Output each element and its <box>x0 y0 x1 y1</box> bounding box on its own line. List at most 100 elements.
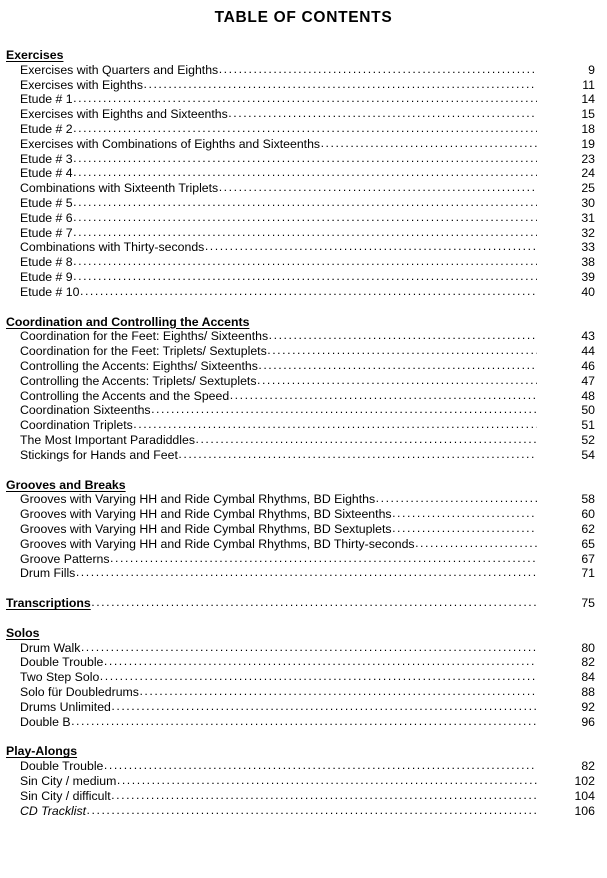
toc-entry[interactable]: Double B 96 <box>6 715 595 730</box>
toc-entry[interactable]: Etude # 2 18 <box>6 122 595 137</box>
dot-leader <box>178 447 537 462</box>
dot-leader <box>71 714 537 729</box>
toc-entry[interactable]: Exercises with Eighths 11 <box>6 78 595 93</box>
toc-entry[interactable]: Two Step Solo 84 <box>6 670 595 685</box>
page-number: 96 <box>581 714 595 729</box>
toc-entry[interactable]: Groove Patterns 67 <box>6 552 595 567</box>
toc-entry[interactable]: Exercises with Quarters and Eighths 9 <box>6 63 595 78</box>
dot-leader <box>257 373 537 388</box>
toc-entry-title: Controlling the Accents: Eighths/ Sixtee… <box>20 358 258 373</box>
dot-leader <box>73 269 537 284</box>
page-number: 92 <box>581 699 595 714</box>
toc-section: Coordination and Controlling the Accents… <box>6 315 595 463</box>
dot-leader <box>139 684 537 699</box>
page-number: 31 <box>581 210 595 225</box>
toc-entry[interactable]: Drum Fills 71 <box>6 566 595 581</box>
page-number: 9 <box>588 62 595 77</box>
toc-entry-title: Drum Fills <box>20 566 76 581</box>
page-number: 18 <box>581 121 595 136</box>
toc-entry[interactable]: Combinations with Sixteenth Triplets 25 <box>6 181 595 196</box>
toc-entry-title: Etude # 7 <box>20 225 73 240</box>
toc-entry[interactable]: Stickings for Hands and Feet 54 <box>6 448 595 463</box>
page-number: 47 <box>581 373 595 388</box>
toc-entry[interactable]: Double Trouble 82 <box>6 759 595 774</box>
page-number: 65 <box>581 536 595 551</box>
dot-leader <box>100 669 537 684</box>
toc-entry[interactable]: Controlling the Accents: Eighths/ Sixtee… <box>6 359 595 374</box>
toc-entry[interactable]: Drum Walk 80 <box>6 641 595 656</box>
dot-leader <box>269 328 537 343</box>
toc-entry-title: Controlling the Accents and the Speed <box>20 388 230 403</box>
page-number: 25 <box>581 181 595 196</box>
dot-leader <box>104 654 537 669</box>
toc-entry[interactable]: Exercises with Combinations of Eighths a… <box>6 137 595 152</box>
toc-entry-title: Etude # 4 <box>20 166 73 181</box>
toc-entry[interactable]: Grooves with Varying HH and Ride Cymbal … <box>6 507 595 522</box>
toc-entry[interactable]: Etude # 7 32 <box>6 226 595 241</box>
page-number: 102 <box>574 774 595 789</box>
toc-entry[interactable]: Solo für Doubledrums 88 <box>6 685 595 700</box>
toc-entry[interactable]: Coordination for the Feet: Eighths/ Sixt… <box>6 329 595 344</box>
toc-entry[interactable]: Etude # 3 23 <box>6 152 595 167</box>
toc-entry-title: Coordination for the Feet: Triplets/ Sex… <box>20 344 267 359</box>
toc-entry-title: Exercises with Combinations of Eighths a… <box>20 136 321 151</box>
toc-section: Exercises Exercises with Quarters and Eig… <box>6 48 595 300</box>
toc-entry[interactable]: Etude # 8 38 <box>6 255 595 270</box>
page-number: 82 <box>581 655 595 670</box>
toc-entry[interactable]: Controlling the Accents: Triplets/ Sextu… <box>6 374 595 389</box>
page-number: 52 <box>581 432 595 447</box>
toc-entry[interactable]: Etude # 1 14 <box>6 92 595 107</box>
dot-leader <box>144 77 537 92</box>
toc-entry[interactable]: Exercises with Eighths and Sixteenths 15 <box>6 107 595 122</box>
toc-entry[interactable]: Etude # 6 31 <box>6 211 595 226</box>
toc-entry[interactable]: Grooves with Varying HH and Ride Cymbal … <box>6 492 595 507</box>
toc-entry[interactable]: Etude # 5 30 <box>6 196 595 211</box>
dot-leader <box>219 62 537 77</box>
toc-entry[interactable]: Controlling the Accents and the Speed 48 <box>6 389 595 404</box>
toc-entry[interactable]: Combinations with Thirty-seconds 33 <box>6 240 595 255</box>
toc-entry[interactable]: Coordination Sixteenths 50 <box>6 403 595 418</box>
page-number: 88 <box>581 685 595 700</box>
toc-entry[interactable]: Double Trouble 82 <box>6 655 595 670</box>
toc-entry-title: Etude # 10 <box>20 284 80 299</box>
toc-entry[interactable]: Grooves with Varying HH and Ride Cymbal … <box>6 537 595 552</box>
dot-leader <box>76 565 537 580</box>
toc-entry-title: Stickings for Hands and Feet <box>20 447 178 462</box>
toc-entry-title: Drum Walk <box>20 640 81 655</box>
toc-entry-title: Grooves with Varying HH and Ride Cymbal … <box>20 492 376 507</box>
toc-entry[interactable]: The Most Important Paradiddles 52 <box>6 433 595 448</box>
toc-entry-title: Sin City / difficult <box>20 788 111 803</box>
toc-section: SolosDrum Walk80Double Trouble 82Two Step… <box>6 626 595 730</box>
toc-entry[interactable]: Sin City / difficult 104 <box>6 789 595 804</box>
toc-entry-title: Grooves with Varying HH and Ride Cymbal … <box>20 507 392 522</box>
page-number: 30 <box>581 195 595 210</box>
toc-section-heading-label: Solos <box>6 625 40 640</box>
page-number: 46 <box>581 358 595 373</box>
dot-leader <box>228 106 537 121</box>
toc-entry[interactable]: Coordination for the Feet: Triplets/ Sex… <box>6 344 595 359</box>
document-page: TABLE OF CONTENTS Exercises Exercises wit… <box>0 0 607 878</box>
dot-leader <box>73 165 537 180</box>
toc-entry-title: Double B <box>20 714 71 729</box>
dot-leader <box>392 521 537 536</box>
page-number: 32 <box>581 225 595 240</box>
toc-entry-title: Drums Unlimited <box>20 699 111 714</box>
toc-entry[interactable]: Etude # 9 39 <box>6 270 595 285</box>
toc-entry[interactable]: CD Tracklist 106 <box>6 804 595 819</box>
dot-leader <box>219 180 537 195</box>
toc-entry[interactable]: Grooves with Varying HH and Ride Cymbal … <box>6 522 595 537</box>
dot-leader <box>258 358 537 373</box>
dot-leader <box>392 506 537 521</box>
toc-entry[interactable]: Drums Unlimited 92 <box>6 700 595 715</box>
toc-entry-title: Double Trouble <box>20 655 104 670</box>
page-title: TABLE OF CONTENTS <box>214 9 393 26</box>
dot-leader <box>111 788 537 803</box>
toc-entry[interactable]: Etude # 10 40 <box>6 285 595 300</box>
page-number: 60 <box>581 507 595 522</box>
toc-entry[interactable]: Sin City / medium 102 <box>6 774 595 789</box>
toc-entry[interactable]: Etude # 4 24 <box>6 166 595 181</box>
page-number: 40 <box>581 284 595 299</box>
dot-leader <box>415 536 537 551</box>
toc-entry[interactable]: Coordination Triplets 51 <box>6 418 595 433</box>
toc-section-heading-row[interactable]: Transcriptions 75 <box>6 596 595 611</box>
